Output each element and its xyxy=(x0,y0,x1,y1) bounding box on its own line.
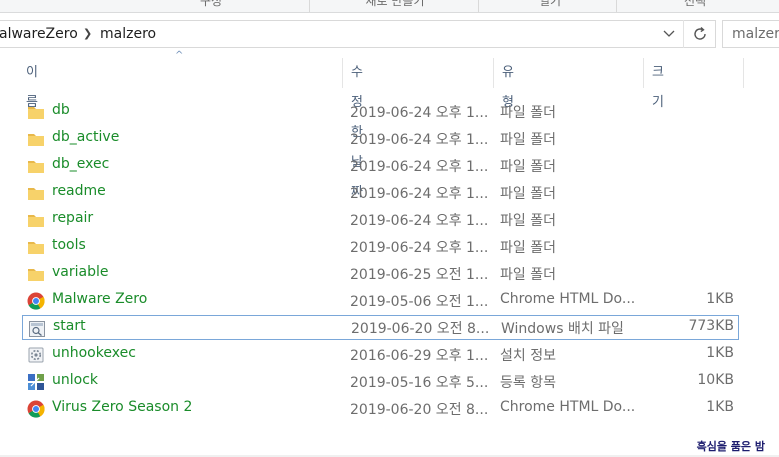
file-size: 773KB xyxy=(688,318,734,334)
file-type: 파일 폴더 xyxy=(500,240,556,256)
ribbon-group-organize[interactable]: 구성 xyxy=(196,0,226,11)
batch-file-icon xyxy=(28,320,46,338)
file-name: readme xyxy=(52,183,106,199)
file-size: 1KB xyxy=(706,291,734,307)
file-name: db_exec xyxy=(52,156,110,172)
ribbon-separator xyxy=(616,0,617,12)
ribbon-separator xyxy=(309,0,310,12)
file-modified: 2019-06-24 오후 1... xyxy=(350,240,489,256)
ribbon-group-new[interactable]: 새로 만들기 xyxy=(320,0,470,11)
file-modified: 2019-06-25 오전 1... xyxy=(350,267,489,283)
column-header-size[interactable]: 크기 xyxy=(652,58,664,110)
file-modified: 2019-05-16 오후 5... xyxy=(350,375,489,391)
file-type: 파일 폴더 xyxy=(500,267,556,283)
list-item[interactable]: unlock 2019-05-16 오후 5... 등록 항목 10KB xyxy=(22,369,739,394)
file-type: 설치 정보 xyxy=(500,348,556,364)
breadcrumb-chevron-icon[interactable]: ❯ xyxy=(83,27,92,40)
file-modified: 2019-06-24 오후 1... xyxy=(350,186,489,202)
column-divider[interactable] xyxy=(643,58,644,88)
file-modified: 2019-06-24 오후 1... xyxy=(350,105,489,121)
column-header-type[interactable]: 유형 xyxy=(502,58,514,110)
refresh-icon[interactable] xyxy=(683,20,716,48)
folder-icon xyxy=(27,157,45,175)
file-name: db_active xyxy=(52,129,120,145)
file-size: 1KB xyxy=(706,345,734,361)
registry-icon xyxy=(27,373,45,391)
breadcrumb-parent[interactable]: alwareZero xyxy=(0,26,78,42)
chrome-icon xyxy=(27,292,45,310)
list-item-focused[interactable]: start 2019-06-20 오전 8... Windows 배치 파일 7… xyxy=(22,315,739,340)
list-item[interactable]: db_active 2019-06-24 오후 1... 파일 폴더 xyxy=(22,126,739,151)
setup-info-icon xyxy=(27,346,45,364)
file-name: Malware Zero xyxy=(52,291,148,307)
file-type: Chrome HTML Do... xyxy=(500,399,636,415)
list-item[interactable]: tools 2019-06-24 오후 1... 파일 폴더 xyxy=(22,234,739,259)
column-header-modified[interactable]: 수정한 날짜 xyxy=(351,58,363,200)
ribbon-separator xyxy=(478,0,479,12)
file-modified: 2019-06-24 오후 1... xyxy=(350,132,489,148)
file-type: 파일 폴더 xyxy=(500,213,556,229)
column-divider[interactable] xyxy=(342,58,343,88)
file-name: unhookexec xyxy=(52,345,136,361)
watermark: 흑심을 품은 밤 xyxy=(696,440,765,453)
file-name: Virus Zero Season 2 xyxy=(52,399,193,415)
file-name: unlock xyxy=(52,372,99,388)
file-type: 파일 폴더 xyxy=(500,132,556,148)
folder-icon xyxy=(27,265,45,283)
list-item[interactable]: Virus Zero Season 2 2019-06-20 오전 8... C… xyxy=(22,396,739,421)
folder-icon xyxy=(27,211,45,229)
file-name: variable xyxy=(52,264,109,280)
file-modified: 2019-06-24 오후 1... xyxy=(350,213,489,229)
file-name: start xyxy=(53,318,86,334)
file-name: db xyxy=(52,102,70,118)
list-item[interactable]: Malware Zero 2019-05-06 오전 1... Chrome H… xyxy=(22,288,739,313)
folder-icon xyxy=(27,238,45,256)
file-name: tools xyxy=(52,237,86,253)
chevron-down-icon[interactable] xyxy=(661,24,677,44)
list-item[interactable]: readme 2019-06-24 오후 1... 파일 폴더 xyxy=(22,180,739,205)
breadcrumb-current[interactable]: malzero xyxy=(100,26,156,42)
list-item[interactable]: repair 2019-06-24 오후 1... 파일 폴더 xyxy=(22,207,739,232)
address-bar[interactable]: alwareZero ❯ malzero xyxy=(0,20,716,48)
list-item[interactable]: unhookexec 2016-06-29 오후 1... 설치 정보 1KB xyxy=(22,342,739,367)
ribbon-group-select[interactable]: 선택 xyxy=(625,0,765,11)
search-input[interactable] xyxy=(732,22,779,46)
search-box[interactable] xyxy=(722,20,779,48)
ribbon-strip: 구성 새로 만들기 열기 선택 xyxy=(0,0,779,13)
file-name: repair xyxy=(52,210,94,226)
sort-ascending-icon: ^ xyxy=(175,50,184,61)
column-divider[interactable] xyxy=(493,58,494,88)
folder-icon xyxy=(27,103,45,121)
column-divider[interactable] xyxy=(743,58,744,88)
file-modified: 2019-05-06 오전 1... xyxy=(350,294,489,310)
file-size: 1KB xyxy=(706,399,734,415)
file-modified: 2019-06-24 오후 1... xyxy=(350,159,489,175)
file-type: Windows 배치 파일 xyxy=(501,321,624,337)
file-type: 파일 폴더 xyxy=(500,186,556,202)
file-type: Chrome HTML Do... xyxy=(500,291,636,307)
file-modified: 2019-06-20 오전 8... xyxy=(351,321,490,337)
chrome-icon xyxy=(27,400,45,418)
file-type: 등록 항목 xyxy=(500,375,556,391)
ribbon-group-open[interactable]: 열기 xyxy=(490,0,610,11)
file-size: 10KB xyxy=(697,372,734,388)
file-type: 파일 폴더 xyxy=(500,105,556,121)
folder-icon xyxy=(27,130,45,148)
file-modified: 2019-06-20 오전 8... xyxy=(350,402,489,418)
list-item[interactable]: variable 2019-06-25 오전 1... 파일 폴더 xyxy=(22,261,739,286)
file-modified: 2016-06-29 오후 1... xyxy=(350,348,489,364)
list-item[interactable]: db_exec 2019-06-24 오후 1... 파일 폴더 xyxy=(22,153,739,178)
folder-icon xyxy=(27,184,45,202)
column-header-name[interactable]: 이름 xyxy=(26,58,38,110)
file-type: 파일 폴더 xyxy=(500,159,556,175)
list-item[interactable]: db 2019-06-24 오후 1... 파일 폴더 xyxy=(22,99,739,124)
